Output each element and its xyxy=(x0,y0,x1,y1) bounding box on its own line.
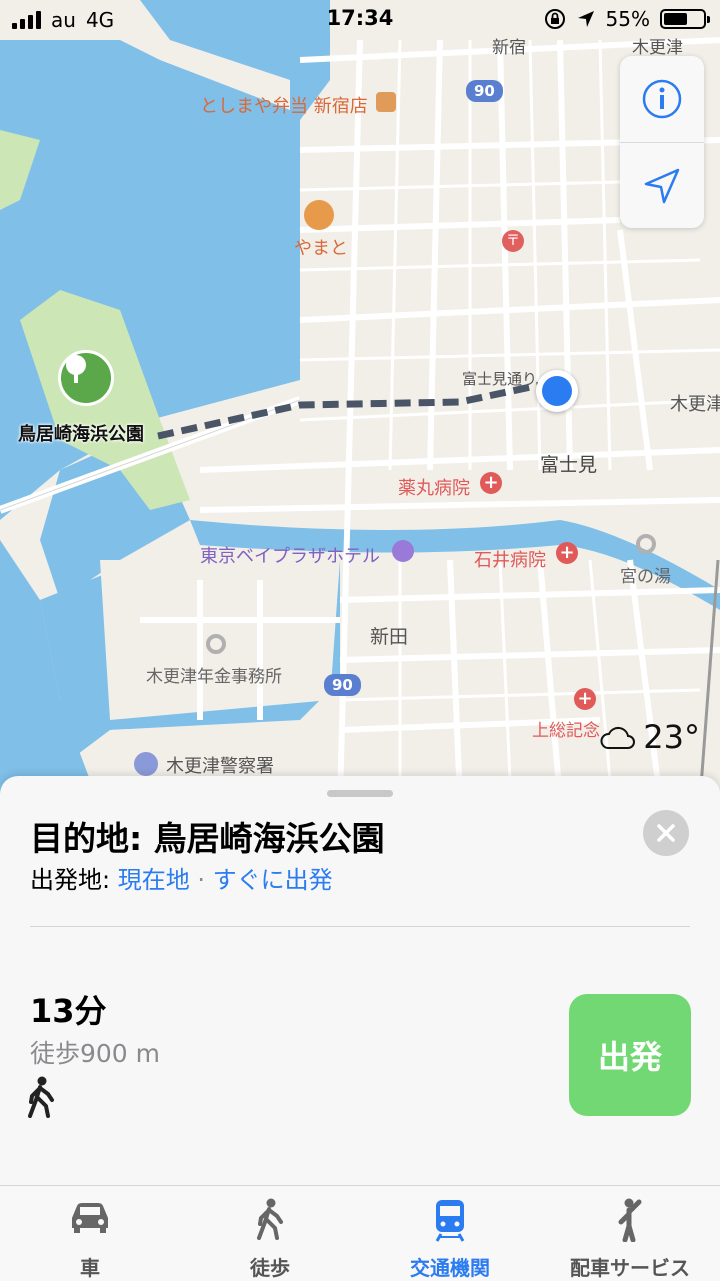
poi-miyanoyu[interactable]: 宮の湯 xyxy=(620,562,671,587)
info-button[interactable] xyxy=(620,56,704,142)
route-90-shield: 90 xyxy=(324,674,361,696)
location-arrow-icon xyxy=(644,168,680,204)
go-button[interactable]: 出発 xyxy=(569,994,691,1116)
divider xyxy=(30,926,690,927)
tab-label: 車 xyxy=(80,1256,100,1280)
hotel-icon xyxy=(392,540,414,562)
hospital-icon: + xyxy=(556,542,578,564)
car-icon xyxy=(72,1203,108,1233)
close-icon xyxy=(657,824,675,842)
poi-hotel[interactable]: 東京ベイプラザホテル xyxy=(200,542,380,568)
route-90-shield: 90 xyxy=(466,80,503,102)
bath-icon xyxy=(636,534,656,554)
tab-transit[interactable]: 交通機関 xyxy=(360,1186,540,1281)
poi-yakumaru[interactable]: 薬丸病院 xyxy=(398,474,470,500)
police-icon xyxy=(134,752,158,776)
temperature: 23° xyxy=(643,718,700,756)
rotation-lock-icon xyxy=(544,9,565,29)
map-label: 富士見 xyxy=(540,454,598,476)
map-view[interactable]: 新宿 木更津 90 としまや弁当 新宿店 やまと 〒 富士見通り 木更津 鳥居崎… xyxy=(0,0,720,800)
park-pin-icon[interactable] xyxy=(58,350,114,406)
office-icon xyxy=(206,634,226,654)
hospital-icon: + xyxy=(480,472,502,494)
sheet-grabber[interactable] xyxy=(327,790,393,797)
hospital-icon: + xyxy=(574,688,596,710)
origin-row: 出発地: 現在地 · すぐに出発 xyxy=(30,860,333,895)
tab-label: 交通機関 xyxy=(410,1256,490,1280)
food-icon xyxy=(304,200,334,230)
tab-label: 徒歩 xyxy=(250,1256,290,1280)
destination-label[interactable]: 鳥居崎海浜公園 xyxy=(18,420,144,446)
user-location-dot xyxy=(536,370,578,412)
map-label: 新田 xyxy=(370,626,409,648)
post-office-icon: 〒 xyxy=(502,230,524,252)
battery-percent: 55% xyxy=(605,7,650,31)
poi-pension[interactable]: 木更津年金事務所 xyxy=(146,662,282,687)
walking-icon xyxy=(26,1076,56,1122)
tab-rideshare[interactable]: 配車サービス xyxy=(540,1186,720,1281)
route-distance: 徒歩900 m xyxy=(30,1039,161,1068)
separator: · xyxy=(189,866,213,894)
transport-mode-tabbar: 車 徒歩 交通機関 配車サービス xyxy=(0,1185,720,1281)
origin-link[interactable]: 現在地 xyxy=(118,866,190,894)
poi-yamato[interactable]: やまと xyxy=(294,234,348,260)
map-controls xyxy=(620,56,704,228)
walking-icon xyxy=(257,1198,283,1240)
origin-label: 出発地: xyxy=(30,866,118,894)
track-location-button[interactable] xyxy=(620,142,704,229)
train-icon xyxy=(435,1200,465,1242)
route-duration: 13分 xyxy=(30,992,107,1030)
poi-ishii[interactable]: 石井病院 xyxy=(474,546,546,572)
tab-walking[interactable]: 徒歩 xyxy=(180,1186,360,1281)
destination-title: 目的地: 鳥居崎海浜公園 xyxy=(30,819,385,858)
poi-police[interactable]: 木更津警察署 xyxy=(166,752,274,778)
close-button[interactable] xyxy=(643,810,689,856)
info-icon xyxy=(642,79,682,119)
route-sheet[interactable]: 目的地: 鳥居崎海浜公園 出発地: 現在地 · すぐに出発 13分 徒歩900 … xyxy=(0,776,720,1186)
poi-toshimaya[interactable]: としまや弁当 新宿店 xyxy=(200,92,368,118)
weather-badge: 23° xyxy=(599,718,700,756)
status-bar: au 4G 17:34 55% xyxy=(0,0,720,40)
departure-time-link[interactable]: すぐに出発 xyxy=(213,866,333,894)
location-services-icon xyxy=(577,11,594,27)
cloud-icon xyxy=(600,726,636,749)
tab-car[interactable]: 車 xyxy=(0,1186,180,1281)
battery-icon xyxy=(660,9,710,29)
restaurant-icon xyxy=(376,92,396,112)
tab-label: 配車サービス xyxy=(570,1256,690,1280)
street-label: 富士見通り xyxy=(462,370,538,388)
rideshare-icon xyxy=(618,1198,642,1242)
map-label: 木更津 xyxy=(670,394,720,415)
poi-kazusa[interactable]: 上総記念 xyxy=(532,716,600,741)
